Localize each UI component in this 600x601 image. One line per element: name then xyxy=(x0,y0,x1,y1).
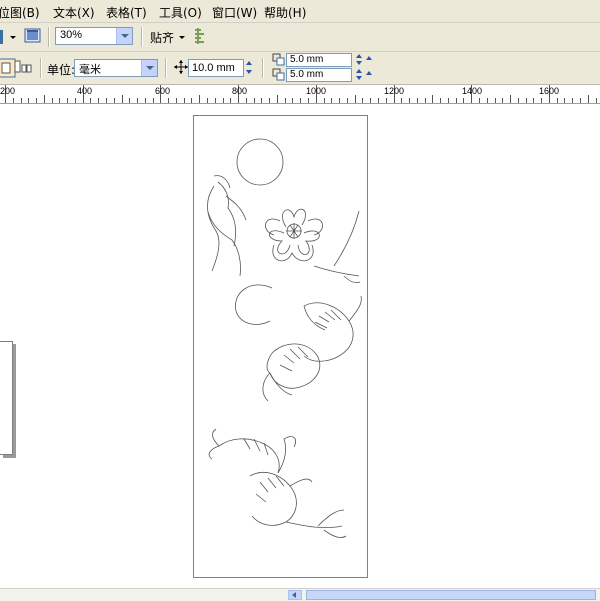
dup-y-decrease-arrow[interactable] xyxy=(355,74,364,81)
unit-combo[interactable]: 毫米 xyxy=(74,59,158,77)
menu-help[interactable]: 帮助(H) xyxy=(264,4,306,21)
property-bar: 单位: 毫米 10.0 mm 5.0 mm 5.0 mm xyxy=(0,52,600,85)
duplicate-offset-x-input[interactable]: 5.0 mm xyxy=(286,53,352,67)
unit-value: 毫米 xyxy=(79,64,101,76)
dup-y-up-arrow[interactable] xyxy=(365,70,374,77)
duplicate-offset-y-input[interactable]: 5.0 mm xyxy=(286,68,352,82)
snap-dropdown-arrow-icon[interactable] xyxy=(178,28,188,46)
menu-window[interactable]: 窗口(W) xyxy=(212,4,257,21)
drawing-canvas[interactable] xyxy=(0,104,600,588)
ruler-label-600: 600 xyxy=(155,86,171,96)
scroll-thumb[interactable] xyxy=(306,590,596,600)
dup-x-decrease-arrow[interactable] xyxy=(355,59,364,66)
duplicate-offset-y-icon xyxy=(272,68,286,82)
app-launcher-icon[interactable] xyxy=(24,27,42,45)
menu-bar: 位图(B) 文本(X) 表格(T) 工具(O) 窗口(W) 帮助(H) xyxy=(0,0,600,23)
page-landscape-icon[interactable] xyxy=(14,60,32,78)
duplicate-offset-x-icon xyxy=(272,53,286,67)
menu-bitmap[interactable]: 位图(B) xyxy=(0,4,40,21)
ruler-label-1600: 1600 xyxy=(539,86,560,96)
chevron-down-icon[interactable] xyxy=(116,28,132,44)
horizontal-scrollbar[interactable] xyxy=(0,588,600,601)
zoom-level-combo[interactable]: 30% xyxy=(55,27,133,45)
menu-tools[interactable]: 工具(O) xyxy=(159,4,202,21)
document-page[interactable] xyxy=(193,115,368,578)
snap-button[interactable]: 贴齐 xyxy=(150,29,174,46)
chevron-down-icon[interactable] xyxy=(141,60,157,76)
nudge-increase-arrow[interactable] xyxy=(245,60,254,67)
nudge-distance-input[interactable]: 10.0 mm xyxy=(188,59,244,77)
nudge-decrease-arrow[interactable] xyxy=(245,68,254,75)
toolbar-button-partial[interactable] xyxy=(0,28,4,46)
dup-x-up-arrow[interactable] xyxy=(365,55,374,62)
menu-table[interactable]: 表格(T) xyxy=(106,4,147,21)
ruler-label-1000: 1000 xyxy=(306,86,327,96)
unit-label: 单位: xyxy=(47,63,76,77)
ruler-label-400: 400 xyxy=(77,86,93,96)
zoom-level-value: 30% xyxy=(60,29,83,41)
menu-text[interactable]: 文本(X) xyxy=(53,4,95,21)
ruler-label-1400: 1400 xyxy=(462,86,483,96)
options-icon[interactable] xyxy=(192,27,210,45)
ruler-label-800: 800 xyxy=(232,86,248,96)
lotus-koi-line-art[interactable] xyxy=(194,116,367,577)
ruler-label-200: 200 xyxy=(0,86,16,96)
scroll-left-arrow-icon[interactable] xyxy=(288,590,302,600)
adjacent-page-edge xyxy=(0,341,13,455)
horizontal-ruler[interactable]: 200 400 600 800 1000 1200 1400 1600 xyxy=(0,85,600,104)
dropdown-arrow-icon[interactable] xyxy=(9,28,19,46)
ruler-label-1200: 1200 xyxy=(384,86,405,96)
standard-toolbar: 30% 贴齐 xyxy=(0,23,600,52)
